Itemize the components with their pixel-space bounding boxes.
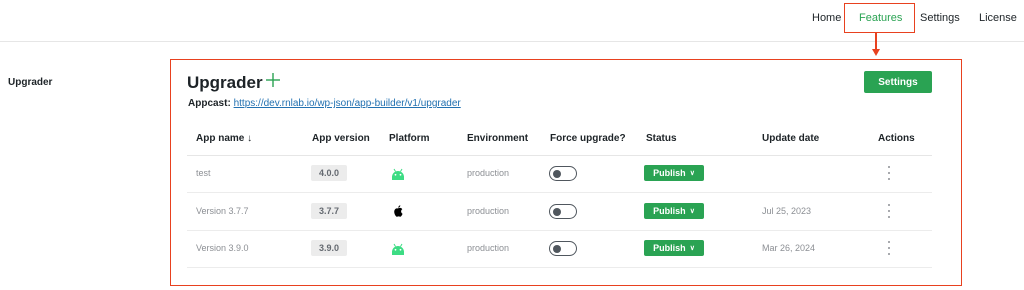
force-upgrade-toggle[interactable] — [549, 166, 577, 181]
android-icon — [392, 243, 404, 255]
status-dropdown[interactable]: Publish ∨ — [644, 203, 704, 219]
column-header-status: Status — [646, 133, 677, 144]
nav-item-license[interactable]: License — [979, 12, 1017, 24]
annotation-arrow-head — [871, 49, 880, 56]
column-header-update-date: Update date — [762, 133, 820, 144]
chevron-down-icon: ∨ — [689, 169, 695, 177]
version-badge: 3.9.0 — [311, 240, 347, 256]
row-divider — [187, 230, 932, 231]
chevron-down-icon: ∨ — [689, 207, 695, 215]
chevron-down-icon: ∨ — [689, 244, 695, 252]
row-actions-icon[interactable] — [886, 166, 892, 180]
status-label: Publish — [653, 243, 686, 253]
appcast-line: Appcast: https://dev.rnlab.io/wp-json/ap… — [188, 98, 461, 109]
toggle-knob — [553, 169, 561, 178]
update-date-cell: Jul 25, 2023 — [762, 206, 812, 216]
row-divider — [187, 192, 932, 193]
plus-icon[interactable] — [265, 72, 281, 88]
apple-icon — [394, 205, 403, 217]
version-badge: 3.7.7 — [311, 203, 347, 219]
environment-cell: production — [467, 168, 510, 178]
column-header-force-upgrade: Force upgrade? — [550, 133, 626, 144]
annotation-arrow-line — [875, 33, 877, 50]
settings-button[interactable]: Settings — [864, 71, 932, 93]
row-divider — [187, 267, 932, 268]
status-dropdown[interactable]: Publish ∨ — [644, 165, 704, 181]
force-upgrade-toggle[interactable] — [549, 241, 577, 256]
nav-item-settings[interactable]: Settings — [920, 12, 960, 24]
version-badge: 4.0.0 — [311, 165, 347, 181]
toggle-knob — [553, 244, 561, 253]
environment-cell: production — [467, 206, 510, 216]
row-actions-icon[interactable] — [886, 241, 892, 255]
section-label: Upgrader — [8, 77, 53, 88]
app-name-cell: test — [196, 168, 211, 178]
appcast-label: Appcast: — [188, 98, 231, 109]
force-upgrade-toggle[interactable] — [549, 204, 577, 219]
nav-item-home[interactable]: Home — [812, 12, 841, 24]
status-label: Publish — [653, 206, 686, 216]
appcast-url-link[interactable]: https://dev.rnlab.io/wp-json/app-builder… — [234, 98, 461, 109]
column-header-app-name[interactable]: App name ↓ — [196, 133, 252, 144]
page-title: Upgrader — [187, 73, 263, 92]
row-actions-icon[interactable] — [886, 204, 892, 218]
table-header-divider — [187, 155, 932, 156]
app-name-cell: Version 3.7.7 — [196, 206, 249, 216]
column-header-app-version: App version — [312, 133, 370, 144]
column-header-environment: Environment — [467, 133, 529, 144]
column-header-actions: Actions — [878, 133, 915, 144]
app-name-cell: Version 3.9.0 — [196, 243, 249, 253]
toggle-knob — [553, 207, 561, 216]
status-dropdown[interactable]: Publish ∨ — [644, 240, 704, 256]
highlight-box — [844, 3, 915, 33]
android-icon — [392, 168, 404, 180]
column-header-platform: Platform — [389, 133, 430, 144]
environment-cell: production — [467, 243, 510, 253]
status-label: Publish — [653, 168, 686, 178]
update-date-cell: Mar 26, 2024 — [762, 243, 816, 253]
